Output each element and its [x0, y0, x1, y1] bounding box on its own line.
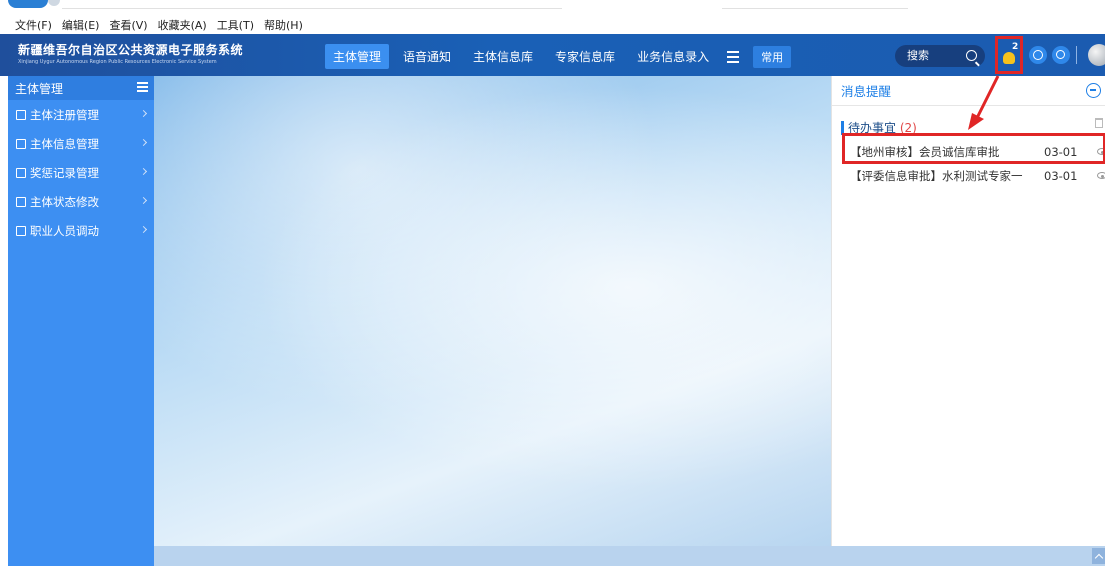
menu-help[interactable]: 帮助(H) — [264, 17, 303, 33]
avatar[interactable] — [1088, 44, 1105, 66]
sidebar-item-label: 主体注册管理 — [30, 107, 99, 122]
chevron-right-icon — [139, 225, 148, 234]
sidebar-item-registration[interactable]: 主体注册管理 — [8, 100, 154, 129]
chevron-right-icon — [139, 167, 148, 176]
app-title: 新疆维吾尔自治区公共资源电子服务系统 — [18, 43, 244, 57]
app-brand: 新疆维吾尔自治区公共资源电子服务系统 Xinjiang Uygur Autono… — [18, 41, 243, 65]
trash-icon[interactable] — [1095, 118, 1103, 128]
header-divider — [1076, 46, 1077, 64]
menu-view[interactable]: 查看(V) — [109, 17, 147, 33]
hamburger-menu-icon[interactable] — [723, 47, 743, 67]
menu-tools[interactable]: 工具(T) — [217, 17, 254, 33]
close-panel-icon[interactable] — [1086, 83, 1101, 98]
message-date: 03-01 — [1044, 169, 1078, 183]
main-nav: 主体管理 语音通知 主体信息库 专家信息库 业务信息录入 常用 — [325, 44, 792, 69]
menu-favorites[interactable]: 收藏夹(A) — [158, 17, 207, 33]
bottom-bar — [154, 546, 1105, 566]
header-search-icon[interactable] — [1052, 46, 1070, 64]
app-header: 新疆维吾尔自治区公共资源电子服务系统 Xinjiang Uygur Autono… — [0, 34, 1105, 76]
sidebar-item-rewards[interactable]: 奖惩记录管理 — [8, 158, 154, 187]
nav-expert-library[interactable]: 专家信息库 — [547, 44, 623, 69]
sidebar-item-label: 职业人员调动 — [30, 223, 99, 238]
sidebar-header: 主体管理 — [8, 76, 154, 100]
annotation-highlight-box — [842, 133, 1105, 164]
menu-file[interactable]: 文件(F) — [15, 17, 52, 33]
message-text[interactable]: 【评委信息审批】水利测试专家一 — [850, 169, 1023, 183]
panel-title: 消息提醒 — [841, 84, 892, 99]
sidebar-item-info[interactable]: 主体信息管理 — [8, 129, 154, 158]
list-item[interactable]: 【评委信息审批】水利测试专家一 03-01 — [850, 167, 1105, 185]
address-bar-line — [62, 8, 562, 9]
eye-icon[interactable] — [1097, 172, 1105, 179]
folder-icon — [16, 138, 26, 149]
sidebar: 主体管理 主体注册管理 主体信息管理 奖惩记录管理 主体状态修改 职业人员调动 — [8, 76, 154, 566]
sidebar-item-status[interactable]: 主体状态修改 — [8, 187, 154, 216]
folder-icon — [16, 109, 26, 120]
main-content-area — [154, 76, 831, 546]
sidebar-title: 主体管理 — [15, 81, 64, 96]
search-icon[interactable] — [966, 50, 977, 61]
sidebar-item-label: 奖惩记录管理 — [30, 165, 99, 180]
folder-icon — [16, 225, 26, 236]
sidebar-item-label: 主体状态修改 — [30, 194, 99, 209]
panel-header: 消息提醒 — [832, 76, 1105, 106]
folder-icon — [16, 167, 26, 178]
chevron-right-icon — [139, 196, 148, 205]
app-subtitle: Xinjiang Uygur Autonomous Region Public … — [18, 59, 217, 65]
browser-refresh-icon[interactable] — [48, 0, 60, 6]
search-placeholder: 搜索 — [907, 49, 929, 62]
browser-menubar: 文件(F) 编辑(E) 查看(V) 收藏夹(A) 工具(T) 帮助(H) — [0, 16, 1105, 34]
notification-badge: 2 — [1012, 42, 1019, 52]
chat-icon[interactable] — [1029, 46, 1047, 64]
nav-business-entry[interactable]: 业务信息录入 — [629, 44, 717, 69]
chevron-right-icon — [139, 138, 148, 147]
tab-strip-line — [722, 8, 908, 9]
common-button[interactable]: 常用 — [753, 45, 792, 68]
nav-subject-management[interactable]: 主体管理 — [325, 44, 390, 69]
search-input[interactable]: 搜索 — [895, 45, 985, 67]
browser-logo — [8, 0, 48, 8]
sidebar-item-transfer[interactable]: 职业人员调动 — [8, 216, 154, 245]
bell-icon — [1003, 52, 1015, 64]
scroll-top-icon[interactable] — [1092, 548, 1105, 564]
menu-edit[interactable]: 编辑(E) — [62, 17, 100, 33]
sidebar-item-label: 主体信息管理 — [30, 136, 99, 151]
chevron-right-icon — [139, 109, 148, 118]
notification-button[interactable]: 2 — [995, 36, 1023, 74]
folder-icon — [16, 196, 26, 207]
sidebar-collapse-icon[interactable] — [137, 82, 148, 93]
nav-subject-library[interactable]: 主体信息库 — [465, 44, 541, 69]
nav-voice-notice[interactable]: 语音通知 — [395, 44, 459, 69]
